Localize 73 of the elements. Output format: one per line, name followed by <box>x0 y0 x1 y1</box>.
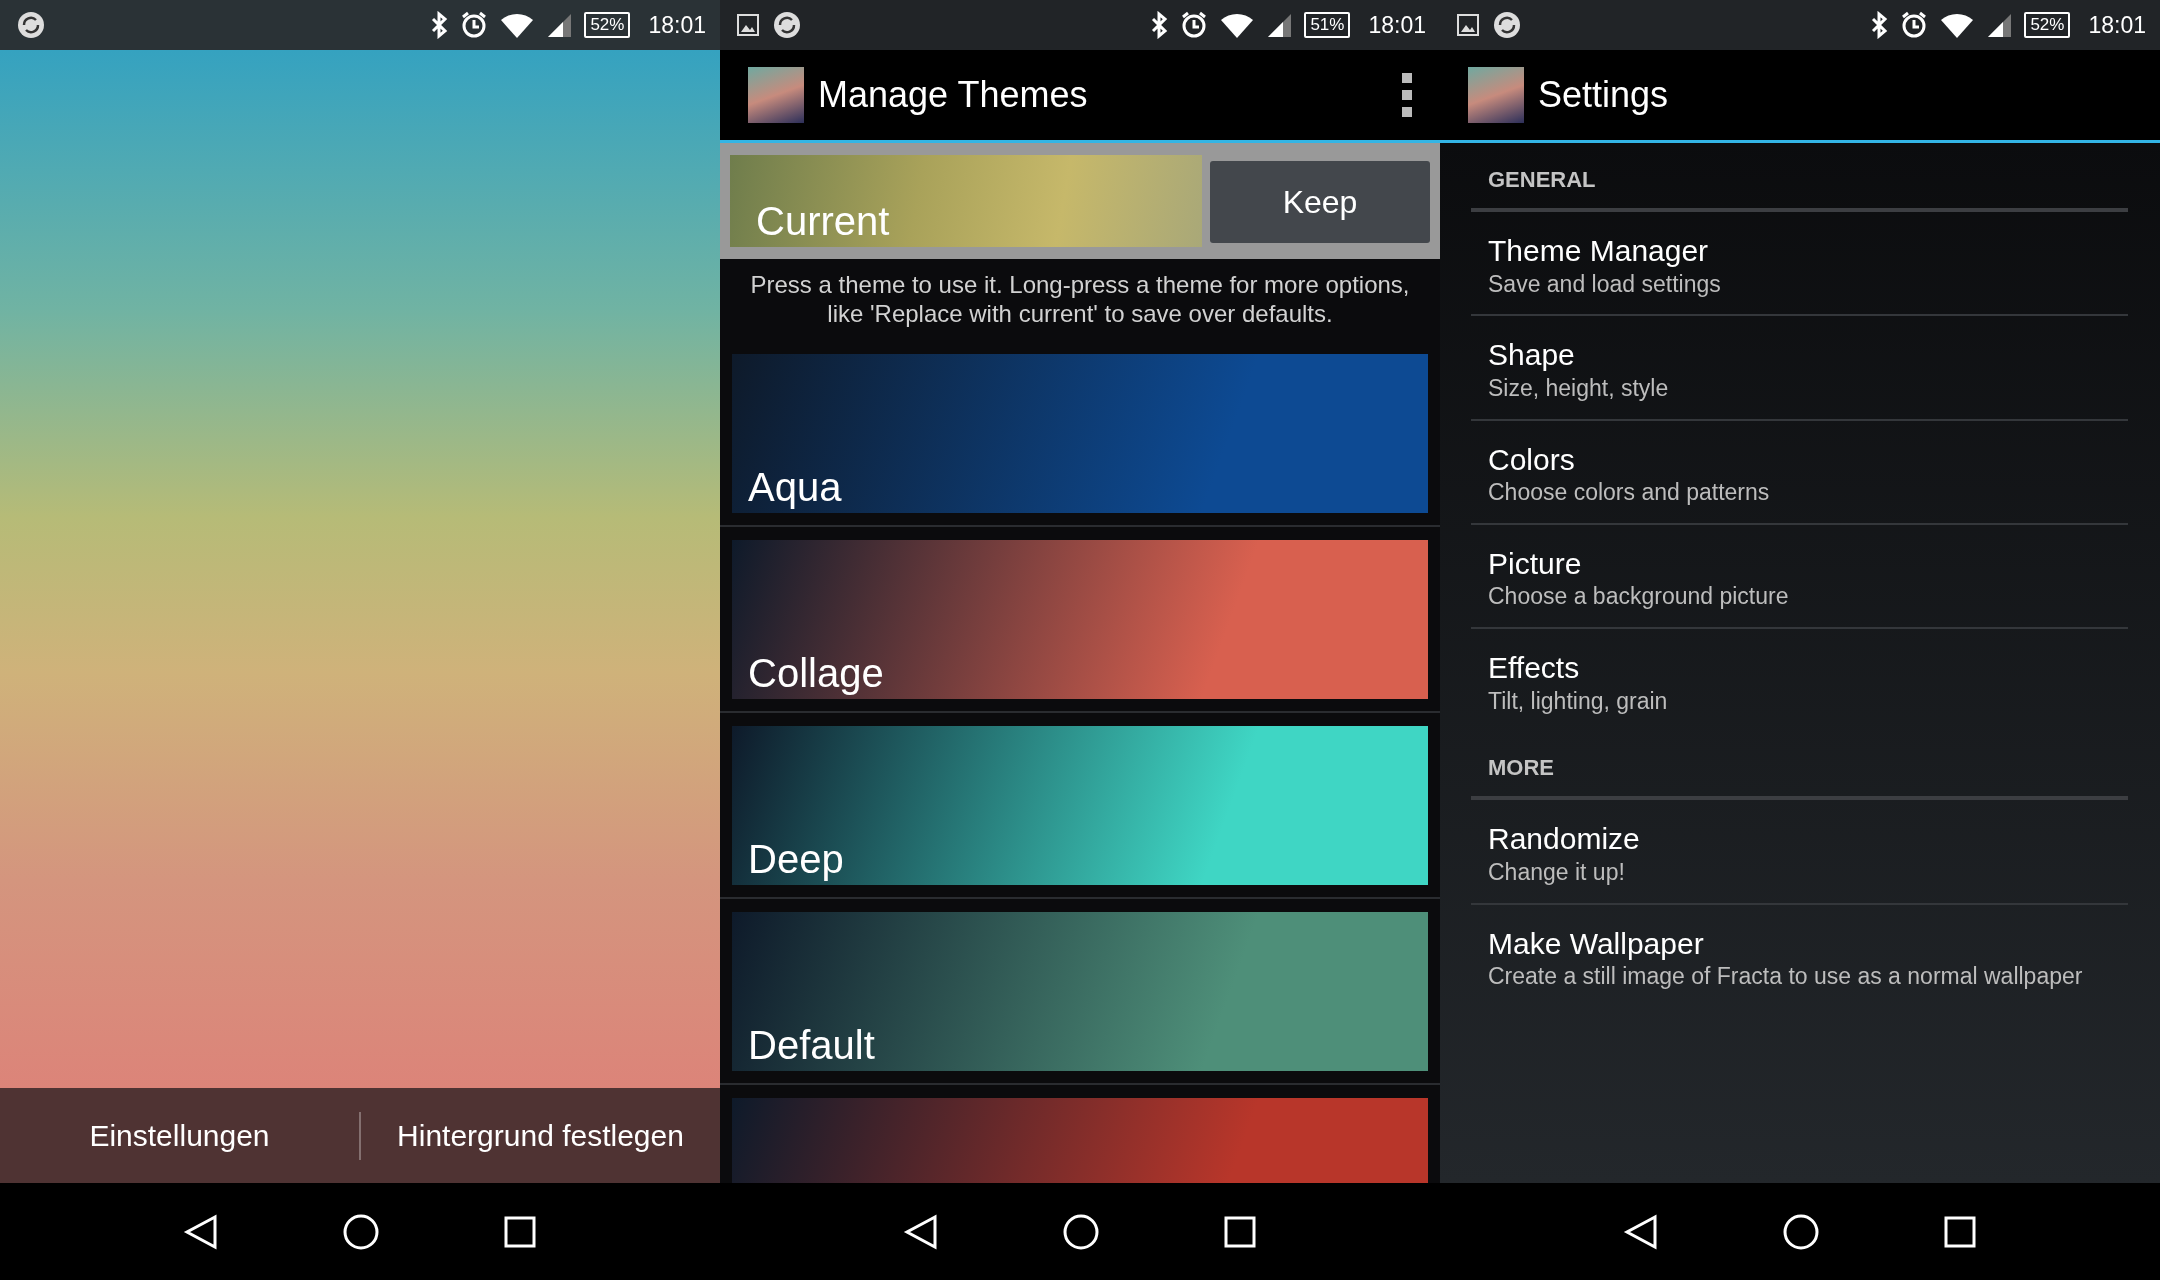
wifi-icon <box>1940 11 1975 39</box>
back-icon[interactable] <box>903 1213 939 1250</box>
recents-icon[interactable] <box>1223 1214 1257 1249</box>
battery-level: 52% <box>2024 12 2071 38</box>
sync-icon <box>772 10 802 40</box>
bluetooth-icon <box>430 11 449 39</box>
recents-icon[interactable] <box>1943 1214 1977 1249</box>
item-summary: Save and load settings <box>1488 269 1722 299</box>
action-button[interactable]: Hintergrund festlegen <box>361 1088 720 1183</box>
theme-preview[interactable]: Deep <box>732 725 1428 885</box>
settings-item[interactable]: Effects Tilt, lighting, grain <box>1471 629 2128 732</box>
section-header: GENERAL <box>1471 143 2128 212</box>
bluetooth-icon <box>1150 11 1169 39</box>
home-icon[interactable] <box>342 1212 380 1251</box>
sync-icon <box>16 10 46 40</box>
section-header: MORE <box>1471 731 2128 801</box>
overflow-menu-icon[interactable] <box>1402 73 1412 117</box>
item-title: Shape <box>1488 337 1576 374</box>
battery-level: 52% <box>584 12 631 38</box>
item-title: Randomize <box>1488 821 1641 858</box>
signal-icon <box>546 12 573 38</box>
item-title: Effects <box>1488 650 1581 686</box>
screen-title: Manage Themes <box>818 73 1088 117</box>
app-logo-icon <box>748 67 804 123</box>
theme-preview[interactable]: Default <box>732 911 1428 1071</box>
theme-preview[interactable]: Aqua <box>732 353 1428 513</box>
theme-label: Collage <box>748 649 884 697</box>
theme-label: Aqua <box>748 463 842 511</box>
settings-item[interactable]: Colors Choose colors and patterns <box>1471 420 2128 525</box>
item-summary: Change it up! <box>1488 857 1626 887</box>
back-icon[interactable] <box>183 1213 219 1250</box>
signal-icon <box>1266 12 1293 38</box>
home-icon[interactable] <box>1782 1212 1820 1251</box>
clock-time: 18:01 <box>648 10 706 40</box>
item-summary: Choose a background picture <box>1488 582 1790 611</box>
item-summary: Choose colors and patterns <box>1488 478 1771 507</box>
theme-label: Deep <box>748 835 844 883</box>
settings-item[interactable]: Theme Manager Save and load settings <box>1471 212 2128 317</box>
theme-label: Default <box>748 1021 875 1069</box>
item-summary: Create a still image of Fracta to use as a normal wallpaper <box>1488 962 2084 991</box>
item-title: Make Wallpaper <box>1488 925 1705 962</box>
wifi-icon <box>500 11 535 39</box>
alarm-icon <box>460 11 489 39</box>
item-title: Colors <box>1488 441 1576 478</box>
settings-item[interactable]: Make Wallpaper Create a still image of Fracta to use as a normal wallpaper <box>1471 904 2128 1007</box>
alarm-icon <box>1900 11 1929 39</box>
home-icon[interactable] <box>1062 1212 1100 1251</box>
settings-item[interactable]: Picture Choose a background picture <box>1471 524 2128 629</box>
theme-preview[interactable]: Collage <box>732 539 1428 699</box>
settings-item[interactable]: Randomize Change it up! <box>1471 800 2128 905</box>
back-icon[interactable] <box>1623 1213 1659 1250</box>
bluetooth-icon <box>1870 11 1889 39</box>
app-logo-icon <box>1468 67 1524 123</box>
alarm-icon <box>1180 11 1209 39</box>
image-icon <box>1456 13 1480 37</box>
settings-item[interactable]: Shape Size, height, style <box>1471 316 2128 421</box>
battery-level: 51% <box>1304 12 1351 38</box>
item-title: Theme Manager <box>1488 233 1710 269</box>
hint-text: Press a theme to use it. Long-press a theme for more options, like 'Replace with current' to save over defaults. <box>720 259 1440 341</box>
item-summary: Size, height, style <box>1488 373 1670 403</box>
signal-icon <box>1986 12 2013 38</box>
screen-title: Settings <box>1538 73 1669 117</box>
clock-time: 18:01 <box>1368 10 1426 40</box>
item-summary: Tilt, lighting, grain <box>1488 686 1669 716</box>
keep-button[interactable]: Keep <box>1210 161 1430 243</box>
clock-time: 18:01 <box>2088 10 2146 40</box>
theme-label: Current <box>756 199 890 243</box>
wifi-icon <box>1220 11 1255 39</box>
recents-icon[interactable] <box>503 1214 537 1249</box>
action-button[interactable]: Einstellungen <box>0 1088 359 1183</box>
image-icon <box>736 13 760 37</box>
sync-icon <box>1492 10 1522 40</box>
item-title: Picture <box>1488 545 1583 582</box>
